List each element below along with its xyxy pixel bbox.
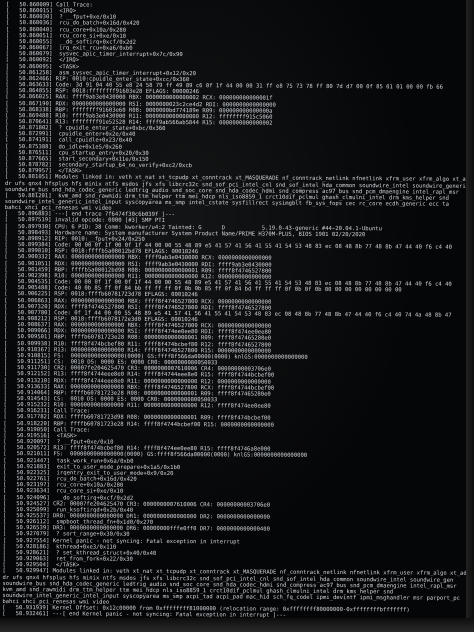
console-screen: [ 50.860009] Call Trace:[ 50.860015] <IR…	[0, 0, 466, 618]
kernel-panic-console: [ 50.860009] Call Trace:[ 50.860015] <IR…	[2, 2, 466, 618]
monitor-bezel-bottom	[0, 618, 474, 632]
monitor-bezel-right	[466, 0, 474, 632]
monitor-photo: [ 50.860009] Call Trace:[ 50.860015] <IR…	[0, 0, 474, 632]
